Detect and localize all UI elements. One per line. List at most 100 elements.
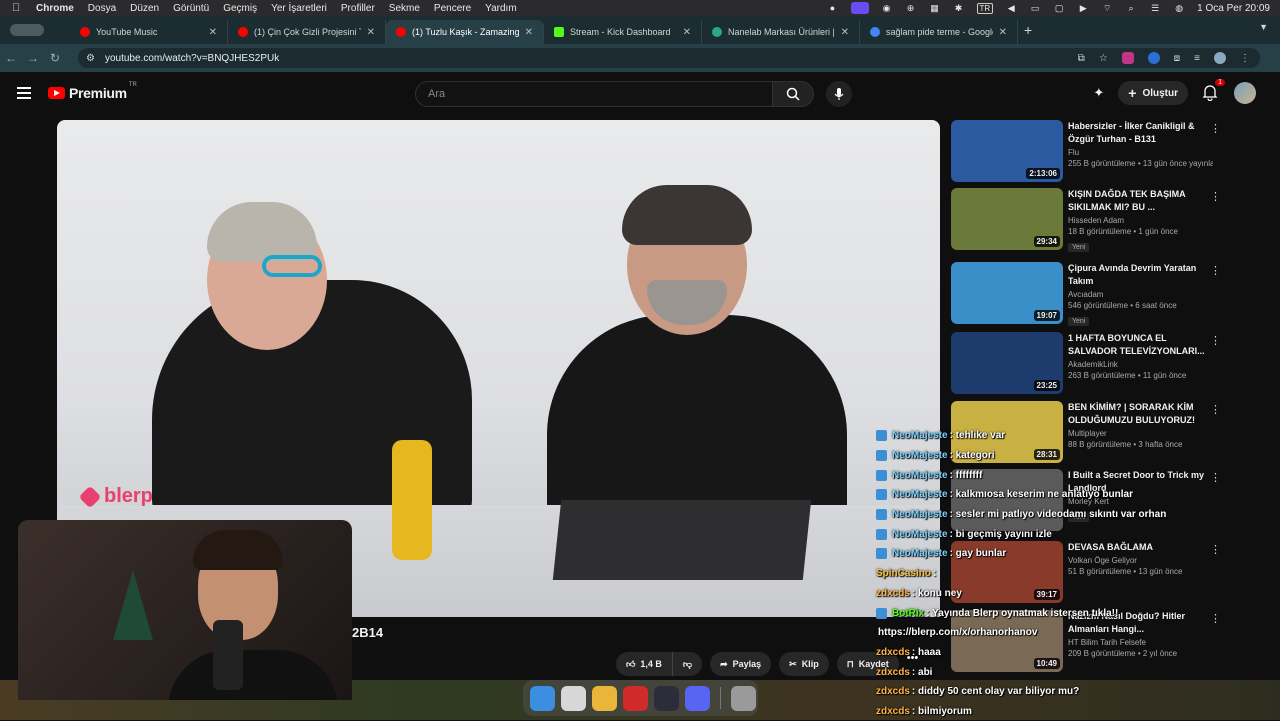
close-tab-icon[interactable]: ✕ — [209, 27, 217, 38]
back-icon[interactable]: ← — [0, 51, 22, 65]
volume-icon[interactable]: ◀ — [1005, 3, 1017, 13]
recommendation-item[interactable]: 23:25 1 HAFTA BOYUNCA EL SALVADOR TELEVİ… — [950, 330, 1280, 394]
launchpad-icon[interactable] — [561, 685, 586, 711]
site-info-icon[interactable]: ⚙ — [86, 53, 95, 64]
video-thumbnail[interactable]: 19:07 — [951, 262, 1063, 324]
close-tab-icon[interactable]: ✕ — [683, 27, 691, 38]
vpn-icon[interactable]: ⊕ — [905, 3, 917, 13]
video-thumbnail[interactable]: 29:34 — [951, 188, 1063, 250]
close-tab-icon[interactable]: ✕ — [841, 27, 849, 38]
tab-google-search[interactable]: sağlam pide terme - Google'da ✕ — [860, 20, 1018, 44]
address-bar[interactable]: ⚙ youtube.com/watch?v=BNQJHES2PUk ⧉ ☆ ⧈ … — [78, 48, 1260, 68]
like-button[interactable]: 👍︎ 1,4 B — [616, 652, 672, 676]
display-icon[interactable]: ▢ — [1053, 3, 1065, 13]
extension-icon[interactable] — [1147, 52, 1160, 64]
search-button[interactable] — [772, 81, 814, 107]
reading-list-icon[interactable]: ≡ — [1194, 53, 1200, 64]
new-tab-button[interactable]: + — [1024, 22, 1032, 38]
bookmark-star-icon[interactable]: ☆ — [1099, 53, 1108, 64]
dislike-button[interactable]: 👎︎ — [671, 652, 703, 676]
apple-icon[interactable]:  — [12, 2, 26, 14]
menu-pencere[interactable]: Pencere — [434, 3, 471, 14]
screen-share-icon[interactable] — [850, 2, 869, 14]
trash-icon[interactable] — [731, 685, 756, 711]
grid-icon[interactable]: ▦ — [929, 3, 941, 13]
search-input[interactable]: Ara — [415, 81, 773, 107]
menu-profiller[interactable]: Profiller — [341, 3, 375, 14]
input-source-badge[interactable]: TR — [976, 2, 994, 14]
chrome-menu-icon[interactable]: ⋮ — [1240, 53, 1250, 64]
extension-icon[interactable] — [1121, 52, 1134, 64]
recommendation-title[interactable]: BEN KİMİM? | SORARAK KİM OLDUĞUMUZU BULU… — [1068, 401, 1213, 427]
share-button[interactable]: ➦ Paylaş — [710, 652, 772, 676]
menu-gecmis[interactable]: Geçmiş — [223, 3, 257, 14]
siri-icon[interactable]: ◍ — [1173, 3, 1185, 13]
tab-tuzlu-kasik[interactable]: (1) Tuzlu Kaşık - Zamazingo T ✕ — [386, 20, 544, 44]
chrome-icon[interactable] — [592, 685, 617, 711]
reload-icon[interactable]: ↻ — [44, 51, 66, 65]
channel-name[interactable]: AkademikLink — [1068, 360, 1213, 369]
keyboard-icon[interactable]: ▭ — [1029, 3, 1041, 13]
video-thumbnail[interactable]: 23:25 — [951, 332, 1063, 394]
menu-goruntu[interactable]: Görüntü — [173, 3, 209, 14]
status-dot-icon[interactable]: ● — [827, 3, 839, 13]
channel-name[interactable]: Flu — [1068, 148, 1213, 157]
obs-icon[interactable] — [654, 685, 679, 711]
recommendation-title[interactable]: KIŞIN DAĞDA TEK BAŞIMA SIKILMAK MI? BU .… — [1068, 188, 1213, 214]
close-tab-icon[interactable]: ✕ — [999, 27, 1007, 38]
tab-search-chevron-icon[interactable]: ▼ — [1259, 22, 1268, 32]
video-thumbnail[interactable]: 2:13:06 — [951, 120, 1063, 182]
voice-search-button[interactable] — [826, 81, 852, 107]
youtube-premium-logo[interactable]: Premium TR — [48, 82, 137, 101]
more-options-icon[interactable]: ⋮ — [1210, 122, 1221, 135]
install-app-icon[interactable]: ⧉ — [1078, 53, 1085, 64]
channel-name[interactable]: Hisseden Adam — [1068, 216, 1213, 225]
control-center-icon[interactable]: ☰ — [1149, 3, 1161, 13]
finder-icon[interactable] — [530, 685, 555, 711]
more-options-icon[interactable]: ⋮ — [1210, 471, 1221, 484]
record-icon[interactable]: ◉ — [881, 3, 893, 13]
close-tab-icon[interactable]: ✕ — [525, 27, 533, 38]
profile-avatar[interactable] — [1214, 52, 1226, 64]
more-options-icon[interactable]: ⋮ — [1210, 403, 1221, 416]
recommendation-title[interactable]: 1 HAFTA BOYUNCA EL SALVADOR TELEVİZYONLA… — [1068, 332, 1213, 358]
clip-button[interactable]: ✂ Klip — [779, 652, 829, 676]
recommendation-title[interactable]: Çipura Avında Devrim Yaratan Takım — [1068, 262, 1213, 288]
channel-name[interactable]: Avcıadam — [1068, 290, 1213, 299]
more-options-icon[interactable]: ⋮ — [1210, 190, 1221, 203]
play-status-icon[interactable]: ▶ — [1077, 3, 1089, 13]
forward-icon[interactable]: → — [22, 51, 44, 65]
close-tab-icon[interactable]: ✕ — [367, 27, 375, 38]
clock[interactable]: 1 Oca Per 20:09 — [1197, 3, 1270, 14]
more-options-icon[interactable]: ⋮ — [1210, 334, 1221, 347]
recommendation-item[interactable]: 2:13:06 Habersizler - İlker Canikligil &… — [950, 118, 1280, 182]
more-options-icon[interactable]: ⋮ — [1210, 612, 1221, 625]
meister-icon[interactable] — [623, 685, 648, 711]
menu-dosya[interactable]: Dosya — [88, 3, 116, 14]
menu-chrome[interactable]: Chrome — [36, 3, 74, 14]
create-button[interactable]: + Oluştur — [1118, 81, 1188, 105]
spotlight-icon[interactable]: ⌕ — [1125, 3, 1137, 13]
tab-youtube-music[interactable]: YouTube Music ✕ — [70, 20, 228, 44]
more-options-icon[interactable]: ⋮ — [1210, 264, 1221, 277]
menu-yardim[interactable]: Yardım — [485, 3, 517, 14]
notifications-button[interactable]: 1 — [1202, 79, 1225, 102]
more-options-icon[interactable]: ⋮ — [1210, 543, 1221, 556]
discord-icon[interactable] — [685, 685, 710, 711]
hamburger-menu-icon[interactable] — [17, 87, 31, 99]
tab-group-toggle[interactable] — [10, 20, 70, 40]
extensions-puzzle-icon[interactable]: ⧈ — [1174, 53, 1180, 64]
settings-icon[interactable]: ✱ — [953, 3, 965, 13]
recommendation-item[interactable]: 29:34 KIŞIN DAĞDA TEK BAŞIMA SIKILMAK MI… — [950, 186, 1280, 252]
cast-sparkle-icon[interactable]: ✦ — [1093, 85, 1104, 101]
menu-duzen[interactable]: Düzen — [130, 3, 159, 14]
tab-cin-gizli-proje[interactable]: (1) Çin Çok Gizli Projesini Tam ✕ — [228, 20, 386, 44]
user-avatar[interactable] — [1234, 82, 1256, 104]
menu-yer-isaretleri[interactable]: Yer İşaretleri — [271, 3, 327, 14]
recommendation-item[interactable]: 19:07 Çipura Avında Devrim Yaratan Takım… — [950, 260, 1280, 326]
tab-nanelab[interactable]: Nanelab Markası Ürünleri | Ru ✕ — [702, 20, 860, 44]
menu-sekme[interactable]: Sekme — [389, 3, 420, 14]
tab-kick-dashboard[interactable]: Stream - Kick Dashboard ✕ — [544, 20, 702, 44]
recommendation-title[interactable]: Habersizler - İlker Canikligil & Özgür T… — [1068, 120, 1213, 146]
wifi-icon[interactable]: ⌔ — [1101, 3, 1113, 13]
